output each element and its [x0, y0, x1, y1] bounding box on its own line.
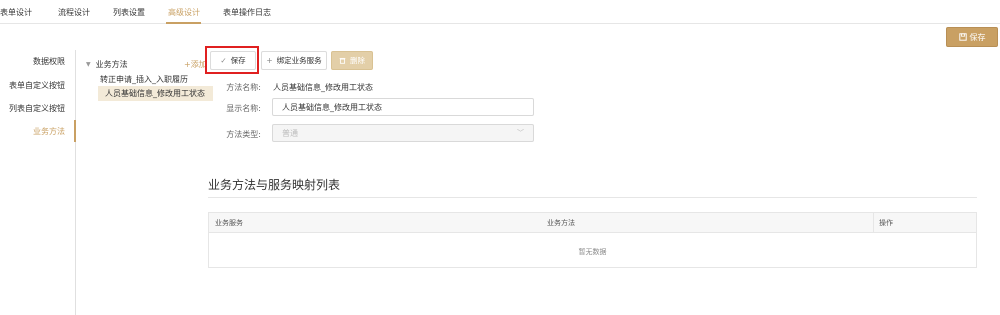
section-divider: [208, 197, 977, 198]
display-name-field[interactable]: 人员基础信息_修改用工状态: [272, 98, 534, 116]
mapping-table: 业务服务 业务方法 操作 暂无数据: [208, 212, 977, 268]
highlight-annotation: [205, 46, 259, 74]
method-type-select[interactable]: 普通 ﹀: [272, 124, 534, 142]
delete-button[interactable]: 删除: [331, 51, 373, 70]
column-header-service: 业务服务: [215, 219, 243, 227]
left-nav: 数据权限 表单自定义按钮 列表自定义按钮 业务方法: [0, 50, 76, 315]
top-tab-bar: 表单设计 流程设计 列表设置 高级设计 表单操作日志: [0, 0, 1000, 24]
nav-item-business-methods[interactable]: 业务方法: [33, 126, 65, 137]
nav-item-list-custom-buttons[interactable]: 列表自定义按钮: [9, 103, 65, 114]
tab-form-operation-log[interactable]: 表单操作日志: [223, 7, 271, 18]
bind-service-label: 绑定业务服务: [276, 56, 322, 65]
method-type-label: 方法类型:: [226, 130, 261, 139]
tab-list-settings[interactable]: 列表设置: [113, 7, 145, 18]
column-divider: [873, 213, 874, 233]
trash-icon: [339, 57, 346, 64]
caret-down-icon[interactable]: ▼: [86, 61, 91, 68]
nav-active-indicator: [74, 120, 76, 142]
save-button[interactable]: 保存: [946, 27, 998, 47]
table-header: 业务服务 业务方法 操作: [209, 213, 976, 233]
delete-label: 删除: [350, 56, 365, 65]
tree-root[interactable]: ▼ 业务方法: [86, 59, 128, 70]
tree-item[interactable]: 转正申请_插入_入职履历: [100, 74, 188, 85]
method-name-label: 方法名称:: [226, 83, 261, 92]
save-icon: [958, 33, 967, 41]
tab-advanced-design[interactable]: 高级设计: [168, 7, 200, 18]
tree-item-selected[interactable]: 人员基础信息_修改用工状态: [98, 86, 213, 101]
method-name-value: 人员基础信息_修改用工状态: [273, 83, 373, 92]
section-title: 业务方法与服务映射列表: [208, 178, 341, 192]
empty-state-text: 暂无数据: [578, 248, 607, 256]
add-method-link[interactable]: +添加: [184, 59, 207, 70]
display-name-label: 显示名称:: [226, 104, 261, 113]
save-button-label: 保存: [969, 32, 986, 42]
bind-service-button[interactable]: + 绑定业务服务: [261, 51, 327, 70]
tab-form-design[interactable]: 表单设计: [0, 7, 32, 18]
nav-item-form-custom-buttons[interactable]: 表单自定义按钮: [9, 80, 65, 91]
nav-item-data-permission[interactable]: 数据权限: [33, 56, 65, 67]
method-type-value: 普通: [282, 128, 298, 138]
column-header-operation: 操作: [879, 219, 893, 227]
plus-icon: +: [266, 56, 273, 65]
active-tab-indicator: [166, 22, 201, 24]
display-name-value: 人员基础信息_修改用工状态: [282, 102, 382, 112]
column-header-method: 业务方法: [547, 219, 575, 227]
tree-root-label: 业务方法: [95, 60, 128, 69]
tab-flow-design[interactable]: 流程设计: [58, 7, 90, 18]
chevron-down-icon: ﹀: [517, 129, 524, 137]
